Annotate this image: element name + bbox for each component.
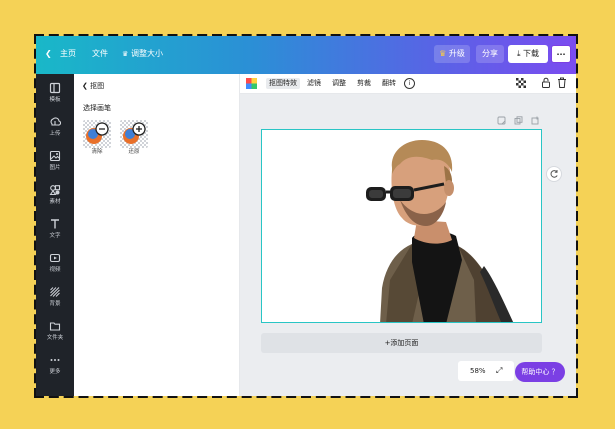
image-icon <box>49 150 61 162</box>
tab-crop[interactable]: 剪裁 <box>357 78 371 89</box>
file-menu[interactable]: 文件 <box>92 48 108 60</box>
back-home-icon[interactable]: ❮ <box>45 48 52 60</box>
portrait-photo[interactable] <box>262 130 542 323</box>
sidebar-item-uploads[interactable]: 上传 <box>36 116 74 138</box>
tab-flip[interactable]: 翻转 <box>382 78 396 89</box>
page-note-icon[interactable] <box>497 116 506 125</box>
duplicate-page-icon[interactable] <box>514 116 523 125</box>
sidebar-item-text[interactable]: 文字 <box>36 218 74 240</box>
erase-brush-option[interactable]: 清除 <box>83 120 111 157</box>
background-icon <box>50 287 60 297</box>
resize-menu[interactable]: 调整大小 <box>131 48 163 60</box>
chevron-left-icon: ❮ <box>82 82 88 90</box>
sidebar-item-folders[interactable]: 文件夹 <box>36 320 74 342</box>
folder-icon <box>49 322 61 331</box>
help-center-button[interactable]: 帮助中心 ？ <box>515 362 565 382</box>
image-toolbar: 抠图特效 滤镜 调整 剪裁 翻转 i <box>240 74 576 94</box>
more-icon <box>50 359 60 361</box>
crown-icon: ♛ <box>122 50 129 58</box>
restore-brush-option[interactable]: 还原 <box>120 120 148 157</box>
restore-brush-icon <box>120 120 148 148</box>
sidebar-item-templates[interactable]: 模板 <box>36 82 74 104</box>
sidebar-item-videos[interactable]: 视频 <box>36 252 74 274</box>
sidebar-item-more[interactable]: 更多 <box>36 354 74 376</box>
home-link[interactable]: 主页 <box>60 48 76 60</box>
sidebar-item-elements[interactable]: 素材 <box>36 184 74 206</box>
info-icon[interactable]: i <box>404 78 415 89</box>
video-icon <box>49 253 61 263</box>
delete-icon[interactable] <box>557 77 567 88</box>
design-page[interactable] <box>261 129 542 323</box>
text-icon <box>51 219 59 229</box>
erase-brush-icon <box>83 120 111 148</box>
download-button[interactable]: ⤓ 下载 <box>508 45 548 63</box>
share-button[interactable]: 分享 <box>476 45 504 63</box>
transparency-icon[interactable] <box>516 78 526 88</box>
sidebar-item-background[interactable]: 背景 <box>36 286 74 308</box>
top-bar: ❮ 主页 文件 ♛ 调整大小 ♛ 升级 分享 ⤓ 下载 ··· <box>36 36 576 74</box>
add-page-button[interactable]: +添加页面 <box>261 333 542 353</box>
upgrade-button[interactable]: ♛ 升级 <box>434 45 470 63</box>
brush-section-title: 选择画笔 <box>83 104 111 112</box>
rotate-icon <box>550 170 558 178</box>
tab-adjust[interactable]: 调整 <box>332 78 346 89</box>
color-picker-icon[interactable] <box>246 78 257 89</box>
panel-back-button[interactable]: ❮ 抠图 <box>82 80 104 92</box>
upload-icon <box>50 117 61 126</box>
refresh-ai-button[interactable] <box>546 166 562 182</box>
tab-filters[interactable]: 滤镜 <box>307 78 321 89</box>
sidebar: 模板 上传 图片 素材 文字 视频 背景 文件夹 更多 <box>36 74 74 396</box>
lock-icon[interactable] <box>541 77 551 88</box>
elements-icon <box>49 185 61 196</box>
bg-remover-panel: ❮ 抠图 选择画笔 清除 还原 <box>74 74 240 396</box>
template-icon <box>49 82 61 94</box>
sidebar-item-photos[interactable]: 图片 <box>36 150 74 172</box>
download-icon: ⤓ <box>516 49 521 58</box>
fullscreen-icon[interactable]: ⤢ <box>496 361 502 381</box>
more-options-button[interactable]: ··· <box>551 45 571 63</box>
tab-bg-remover[interactable]: 抠图特效 <box>266 78 300 89</box>
editor-window: ❮ 主页 文件 ♛ 调整大小 ♛ 升级 分享 ⤓ 下载 ··· 模板 上传 图片 <box>36 36 576 396</box>
zoom-control[interactable]: 58% ⤢ <box>458 361 514 381</box>
add-page-small-icon[interactable] <box>531 116 540 125</box>
upgrade-crown-icon: ♛ <box>439 49 447 58</box>
